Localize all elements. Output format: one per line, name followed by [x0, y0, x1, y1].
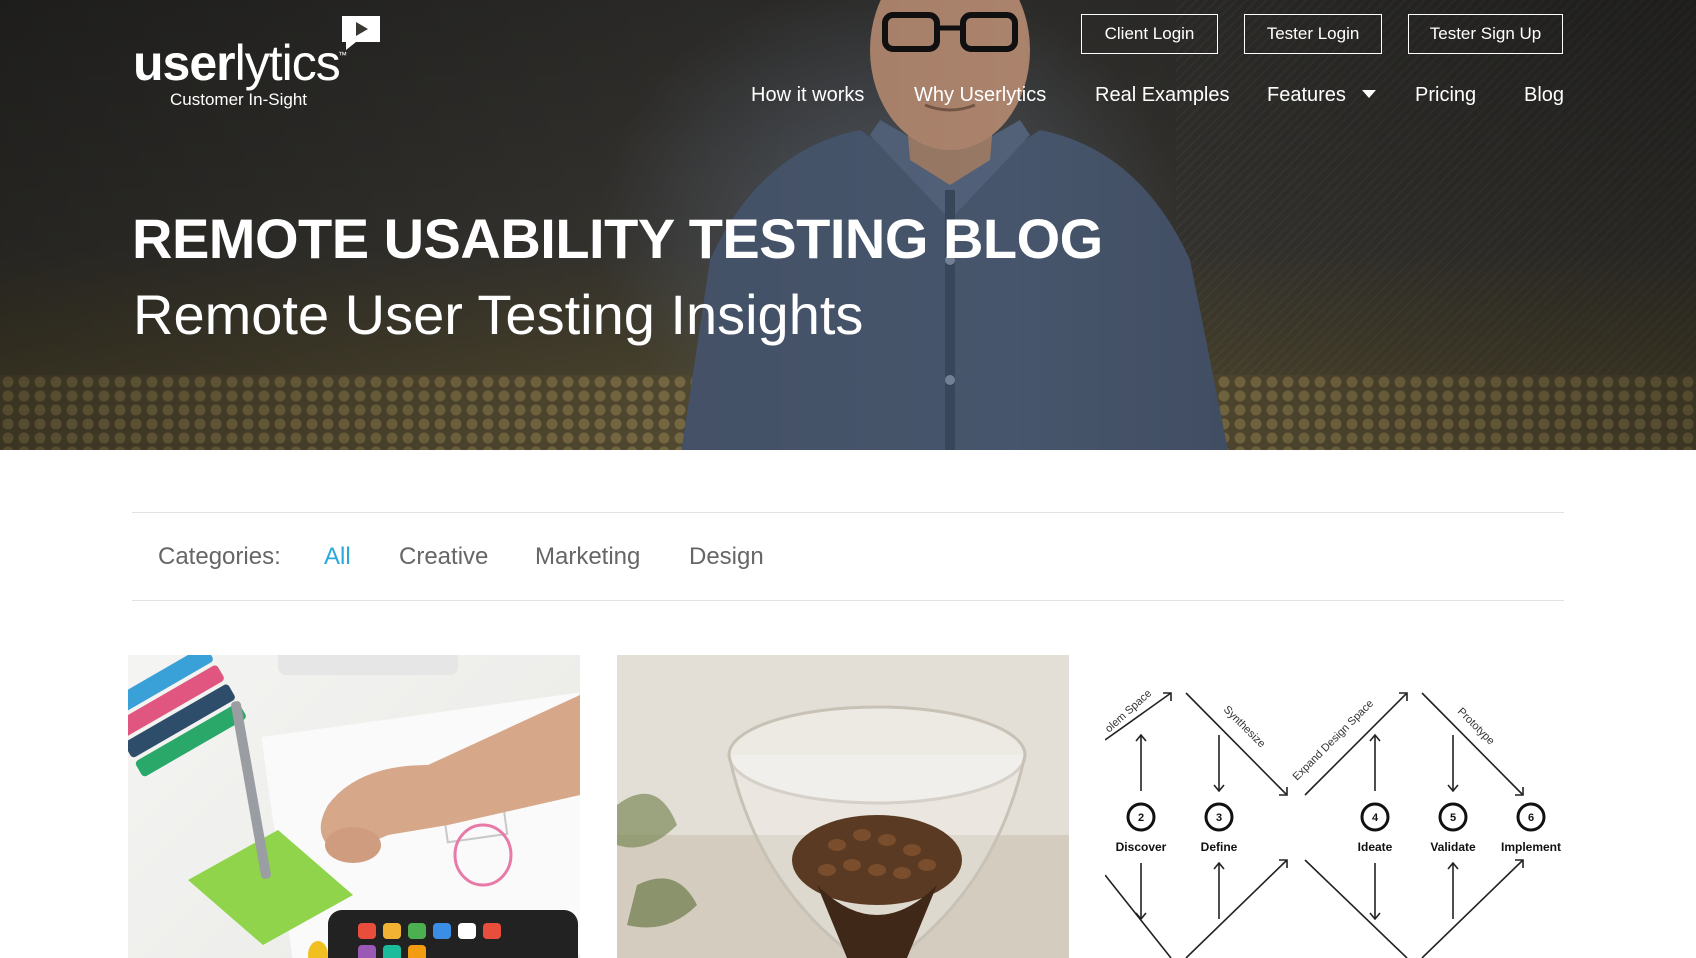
step-label: Validate	[1430, 840, 1476, 854]
diagonal-label: Expand Design Space	[1291, 698, 1376, 783]
nav-blog[interactable]: Blog	[1524, 84, 1564, 107]
nav-features[interactable]: Features	[1267, 84, 1376, 107]
logo-wordmark: userlytics	[133, 35, 341, 91]
nav-real-examples[interactable]: Real Examples	[1095, 84, 1230, 107]
step-label: Discover	[1116, 840, 1167, 854]
nav-how-it-works[interactable]: How it works	[751, 84, 864, 107]
category-all[interactable]: All	[324, 543, 351, 571]
category-design[interactable]: Design	[689, 543, 764, 571]
diagonal-label: Prototype	[1455, 706, 1497, 748]
page-title: REMOTE USABILITY TESTING BLOG	[132, 207, 1103, 270]
diagonal-label: olem Space	[1105, 687, 1154, 735]
nav-why-userlytics[interactable]: Why Userlytics	[914, 84, 1046, 107]
nav-features-label: Features	[1267, 84, 1346, 106]
blog-card-coffee-funnel[interactable]	[617, 655, 1069, 958]
blog-card-design-process[interactable]: 2 3 4 5 6 Discover Define Ideate Validat…	[1105, 655, 1565, 958]
coffee-beans-image	[617, 655, 1069, 958]
category-creative[interactable]: Creative	[399, 543, 488, 571]
step-label: Define	[1201, 840, 1238, 854]
hero-banner: userlytics ™ Customer In-Sight Client Lo…	[0, 0, 1696, 450]
client-login-button[interactable]: Client Login	[1081, 14, 1218, 54]
step-number: 5	[1450, 812, 1456, 824]
category-marketing[interactable]: Marketing	[535, 543, 640, 571]
design-process-diagram: 2 3 4 5 6 Discover Define Ideate Validat…	[1105, 687, 1561, 958]
page-subtitle: Remote User Testing Insights	[133, 283, 864, 346]
step-label: Ideate	[1358, 840, 1393, 854]
blog-card-creative-sketch[interactable]	[128, 655, 580, 958]
categories-label: Categories:	[158, 543, 281, 570]
step-number: 4	[1372, 812, 1379, 824]
logo-trademark: ™	[338, 50, 347, 60]
sketching-hand-image	[128, 655, 580, 958]
step-label: Implement	[1501, 840, 1561, 854]
main-nav: How it works Why Userlytics Real Example…	[0, 84, 1696, 110]
step-number: 3	[1216, 812, 1222, 824]
chevron-down-icon	[1361, 89, 1376, 98]
tester-signup-button[interactable]: Tester Sign Up	[1408, 14, 1563, 54]
step-number: 6	[1528, 812, 1534, 824]
tester-login-button[interactable]: Tester Login	[1244, 14, 1382, 54]
nav-pricing[interactable]: Pricing	[1415, 84, 1476, 107]
step-number: 2	[1138, 812, 1144, 824]
play-speech-bubble-icon	[342, 16, 380, 50]
category-filter-bar: Categories: All Creative Marketing Desig…	[132, 512, 1564, 601]
diagonal-label: Synthesize	[1221, 704, 1268, 751]
